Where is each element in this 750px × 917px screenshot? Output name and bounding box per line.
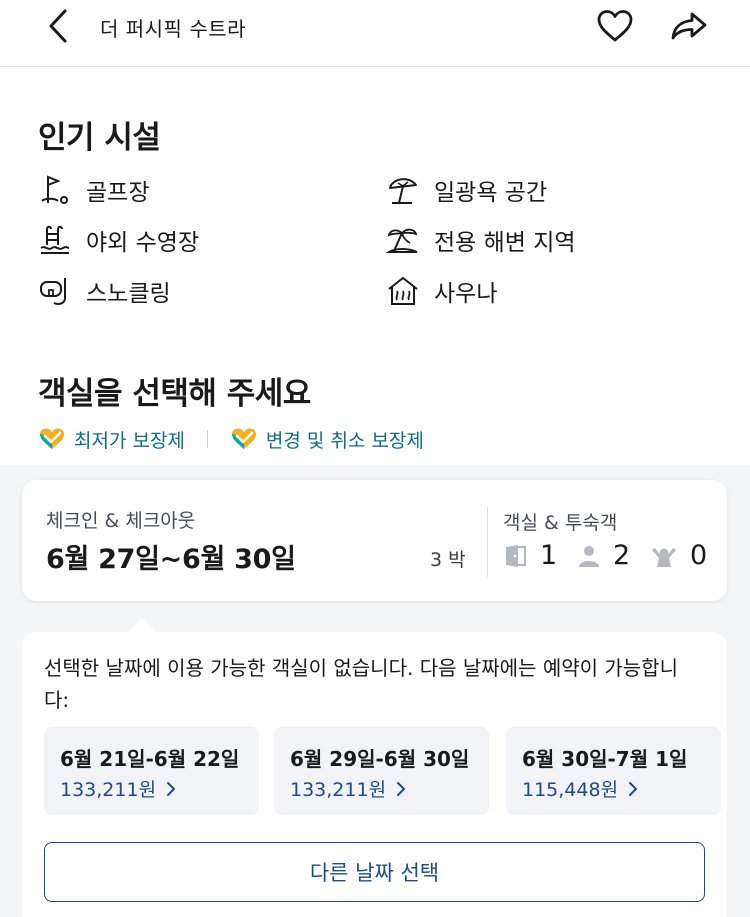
chevron-right-icon [629, 781, 638, 796]
adults-value: 2 [613, 540, 631, 571]
beach-icon [386, 223, 420, 257]
snorkel-icon [38, 274, 72, 308]
amenity-beach: 전용 해변 지역 [386, 222, 576, 258]
price-text: 133,211원 [60, 779, 157, 801]
chevron-right-icon [397, 781, 406, 796]
amenity-label: 전용 해변 지역 [434, 230, 576, 256]
best-price-guarantee[interactable]: 최저가 보장제 [38, 426, 185, 453]
amenities-title: 인기 시설 [38, 120, 161, 156]
amenity-sauna: 사우나 [386, 273, 497, 309]
amenity-snorkeling: 스노클링 [38, 273, 171, 309]
divider [487, 507, 488, 577]
rooms-title: 객실을 선택해 주세요 [38, 376, 311, 412]
alt-date-price: 133,211원 [290, 775, 406, 802]
divider [206, 430, 208, 448]
availability-card: 선택한 날짜에 이용 가능한 객실이 없습니다. 다음 날짜에는 예약이 가능합… [22, 632, 727, 917]
alt-date-range: 6월 29일-6월 30일 [290, 747, 470, 771]
back-button[interactable] [38, 6, 78, 46]
rooms-value: 1 [540, 540, 558, 571]
children-value: 0 [690, 540, 708, 571]
price-text: 115,448원 [522, 779, 619, 801]
golf-icon [38, 173, 72, 207]
chevron-left-icon [49, 9, 67, 43]
heart-icon [597, 10, 633, 42]
heart-check-icon [231, 428, 256, 449]
door-icon [506, 544, 526, 567]
alt-date-range: 6월 21일-6월 22일 [60, 747, 240, 771]
occupancy-label: 객실 & 투숙객 [503, 512, 618, 534]
heart-check-icon [40, 428, 64, 449]
nights-count: 3 박 [430, 549, 466, 571]
alt-date-option[interactable]: 6월 29일-6월 30일 133,211원 [274, 727, 489, 815]
guarantee-label: 변경 및 취소 보장제 [265, 429, 424, 452]
umbrella-icon [386, 173, 420, 207]
alt-date-range: 6월 30일-7월 1일 [522, 747, 688, 771]
alt-date-price: 133,211원 [60, 775, 176, 802]
checkin-checkout-label: 체크인 & 체크아웃 [46, 510, 196, 532]
sauna-icon [386, 274, 420, 308]
select-other-dates-button[interactable]: 다른 날짜 선택 [44, 842, 705, 902]
favorite-button[interactable] [594, 5, 636, 47]
child-icon [652, 547, 676, 567]
amenity-label: 사우나 [434, 281, 498, 307]
alt-date-option[interactable]: 6월 21일-6월 22일 133,211원 [44, 727, 259, 815]
change-cancel-guarantee[interactable]: 변경 및 취소 보장제 [230, 426, 424, 453]
share-button[interactable] [668, 5, 710, 47]
stay-dates[interactable]: 6월 27일~6월 30일 [46, 537, 296, 576]
share-icon [671, 12, 707, 40]
rooms-count[interactable]: 1 [504, 540, 557, 571]
alt-date-option[interactable]: 6월 30일-7월 1일 115,448원 [506, 727, 721, 815]
amenity-label: 골프장 [86, 180, 150, 206]
hotel-name: 더 퍼시픽 수트라 [100, 17, 247, 41]
amenity-pool: 야외 수영장 [38, 222, 199, 258]
guarantee-label: 최저가 보장제 [74, 429, 185, 452]
availability-message: 선택한 날짜에 이용 가능한 객실이 없습니다. 다음 날짜에는 예약이 가능합… [44, 656, 678, 712]
amenity-label: 스노클링 [86, 281, 171, 307]
amenity-golf: 골프장 [38, 172, 149, 208]
price-text: 133,211원 [290, 779, 387, 801]
pool-icon [38, 223, 72, 257]
adult-icon [579, 545, 599, 567]
top-bar: 더 퍼시픽 수트라 [0, 0, 750, 67]
adults-count[interactable]: 2 [577, 540, 630, 571]
card-pointer [128, 618, 156, 632]
chevron-right-icon [167, 781, 176, 796]
alt-date-price: 115,448원 [522, 775, 638, 802]
amenity-label: 야외 수영장 [86, 230, 200, 256]
children-count[interactable]: 0 [650, 540, 707, 571]
amenity-sunbathing: 일광욕 공간 [386, 172, 547, 208]
guarantee-row: 최저가 보장제 변경 및 취소 보장제 [38, 424, 424, 454]
amenity-label: 일광욕 공간 [434, 180, 548, 206]
date-guest-card: 체크인 & 체크아웃 6월 27일~6월 30일 3 박 객실 & 투숙객 1 … [22, 480, 727, 601]
